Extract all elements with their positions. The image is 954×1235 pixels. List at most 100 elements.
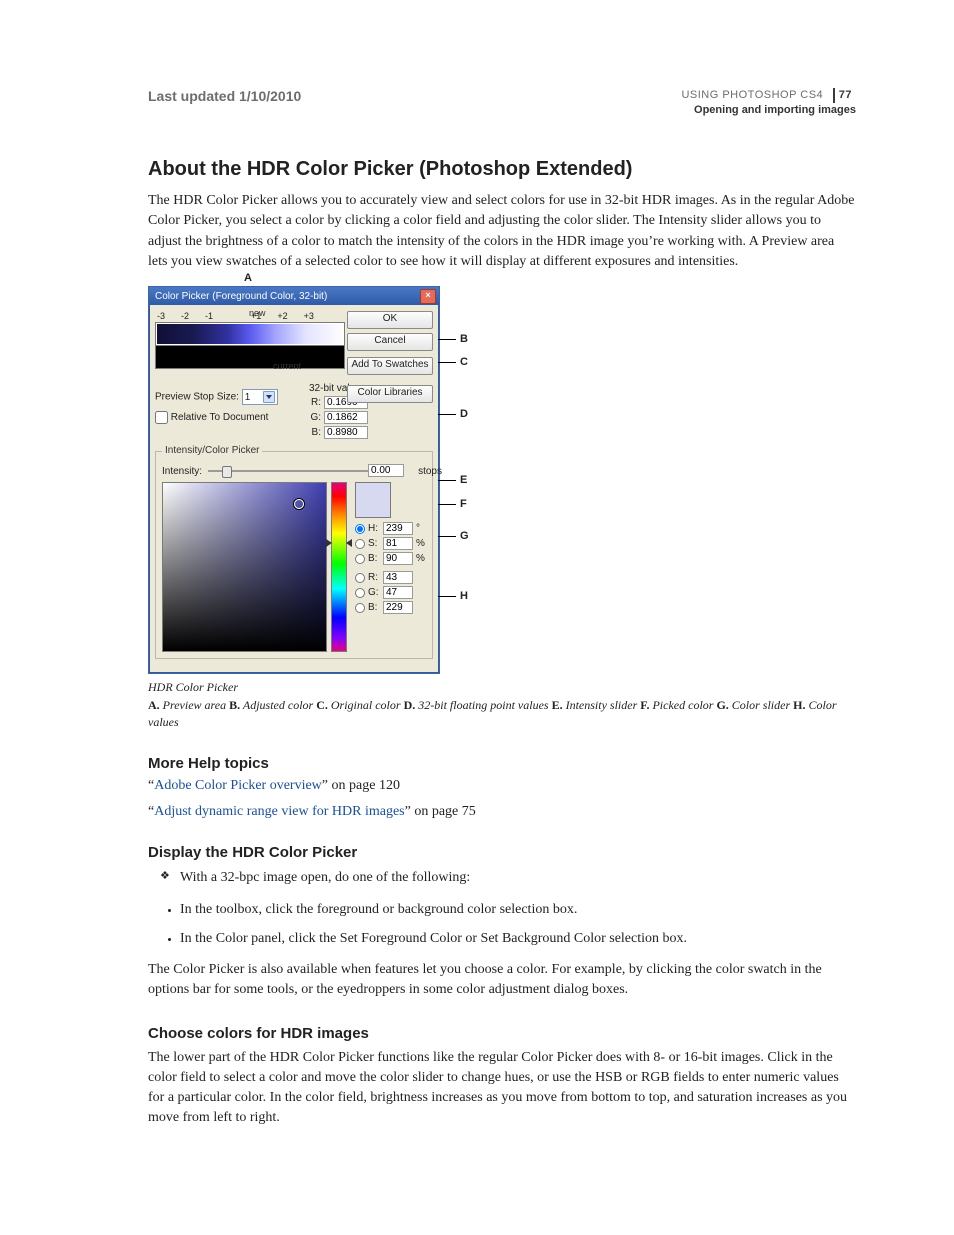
color-field-cursor-icon <box>294 499 304 509</box>
titlebar[interactable]: Color Picker (Foreground Color, 32-bit) … <box>149 287 439 305</box>
running-header: Last updated 1/10/2010 USING PHOTOSHOP C… <box>148 88 856 118</box>
callout-D: D <box>460 408 468 420</box>
hsb-b-unit: % <box>416 553 426 564</box>
callout-G: G <box>460 530 469 542</box>
rgb-b-radio[interactable] <box>355 603 365 613</box>
preview-strip-new[interactable] <box>155 322 345 346</box>
picked-color-swatch <box>355 482 391 518</box>
stop-label: +3 <box>304 311 314 321</box>
legend-val: Color slider <box>729 698 793 712</box>
relative-to-document-checkbox[interactable] <box>155 411 168 424</box>
cancel-button[interactable]: Cancel <box>347 333 433 351</box>
page-number: 77 <box>833 88 856 103</box>
dialog-title: Color Picker (Foreground Color, 32-bit) <box>155 291 327 302</box>
hdr-color-picker-dialog: Color Picker (Foreground Color, 32-bit) … <box>148 286 440 674</box>
intensity-value-input[interactable] <box>368 464 404 477</box>
rgb-b-label: B: <box>368 602 380 613</box>
rgb-g-input[interactable] <box>383 586 413 599</box>
bit-b-label: B: <box>309 427 321 438</box>
stop-label: +2 <box>277 311 287 321</box>
link-tail: ” on page 120 <box>322 778 400 793</box>
stop-label <box>229 311 235 321</box>
hsb-s-input[interactable] <box>383 537 413 550</box>
stop-label: -3 <box>157 311 165 321</box>
chevron-down-icon <box>263 391 275 403</box>
intensity-label: Intensity: <box>162 466 202 477</box>
preview-area: new -3 -2 -1 +1 +2 +3 <box>155 311 345 369</box>
color-field[interactable] <box>162 482 327 652</box>
close-icon[interactable]: × <box>420 289 436 304</box>
intensity-color-picker-group: Intensity/Color Picker Intensity: stops <box>155 451 433 659</box>
callout-B: B <box>460 333 468 345</box>
label-new: new <box>249 308 266 318</box>
preview-stop-size-label: Preview Stop Size: <box>155 392 239 403</box>
hsb-s-label: S: <box>368 538 380 549</box>
doc-title: USING PHOTOSHOP CS4 <box>681 89 823 101</box>
intensity-stops-label: stops <box>418 466 442 477</box>
legend-key: C. <box>316 698 328 712</box>
intensity-slider[interactable]: Intensity: stops <box>162 466 426 476</box>
list-item: With a 32-bpc image open, do one of the … <box>166 867 856 889</box>
link-adobe-color-picker-overview[interactable]: Adobe Color Picker overview <box>154 778 322 793</box>
hue-thumb-left-icon <box>326 539 332 547</box>
rgb-r-input[interactable] <box>383 571 413 584</box>
hsb-b-label: B: <box>368 553 380 564</box>
legend-key: H. <box>793 698 805 712</box>
label-current: current <box>273 361 301 371</box>
hsb-b-radio[interactable] <box>355 554 365 564</box>
more-help-heading: More Help topics <box>148 755 856 772</box>
rgb-b-input[interactable] <box>383 601 413 614</box>
legend-key: G. <box>716 698 728 712</box>
callout-E: E <box>460 474 467 486</box>
preview-strip-current <box>155 346 345 369</box>
hsb-h-label: H: <box>368 523 380 534</box>
preview-stop-size-value: 1 <box>245 392 251 403</box>
legend-key: E. <box>552 698 563 712</box>
bit-g-input[interactable] <box>324 411 368 424</box>
hsb-h-input[interactable] <box>383 522 413 535</box>
rgb-g-label: G: <box>368 587 380 598</box>
hsb-s-unit: % <box>416 538 426 549</box>
add-to-swatches-button[interactable]: Add To Swatches <box>347 357 433 375</box>
hsb-h-radio[interactable] <box>355 524 365 534</box>
display-after-paragraph: The Color Picker is also available when … <box>148 960 856 1001</box>
link-adjust-dynamic-range[interactable]: Adjust dynamic range view for HDR images <box>154 804 404 819</box>
help-link-1: “Adobe Color Picker overview” on page 12… <box>148 778 856 794</box>
legend-val: Intensity slider <box>563 698 641 712</box>
slider-thumb-icon[interactable] <box>222 466 232 478</box>
link-tail: ” on page 75 <box>405 804 476 819</box>
chapter-title: Opening and importing images <box>681 103 856 118</box>
display-heading: Display the HDR Color Picker <box>148 844 856 861</box>
preview-stop-size-dropdown[interactable]: 1 <box>242 389 278 405</box>
ok-button[interactable]: OK <box>347 311 433 329</box>
legend-val: Preview area <box>160 698 229 712</box>
choose-heading: Choose colors for HDR images <box>148 1025 856 1042</box>
legend-val: 32-bit floating point values <box>415 698 551 712</box>
hsb-b-input[interactable] <box>383 552 413 565</box>
legend-val: Picked color <box>649 698 716 712</box>
relative-to-document-label: Relative To Document <box>171 412 269 423</box>
legend-key: A. <box>148 698 160 712</box>
stop-label: -2 <box>181 311 189 321</box>
hue-thumb-right-icon <box>346 539 352 547</box>
color-libraries-button[interactable]: Color Libraries <box>347 385 433 403</box>
rgb-r-radio[interactable] <box>355 573 365 583</box>
intro-paragraph: The HDR Color Picker allows you to accur… <box>148 191 856 272</box>
hue-slider[interactable] <box>331 482 347 652</box>
legend-val: Original color <box>328 698 404 712</box>
bit-g-label: G: <box>309 412 321 423</box>
rgb-g-radio[interactable] <box>355 588 365 598</box>
callout-H: H <box>460 590 468 602</box>
legend-key: B. <box>229 698 240 712</box>
bit-b-input[interactable] <box>324 426 368 439</box>
section-heading: About the HDR Color Picker (Photoshop Ex… <box>148 158 856 181</box>
callout-A: A <box>244 272 252 284</box>
callout-F: F <box>460 498 467 510</box>
choose-body: The lower part of the HDR Color Picker f… <box>148 1048 856 1129</box>
figure-hdr-color-picker: A Color Picker (Foreground Color, 32-bit… <box>148 286 856 731</box>
stop-label: -1 <box>205 311 213 321</box>
hsb-s-radio[interactable] <box>355 539 365 549</box>
legend-val: Adjusted color <box>240 698 316 712</box>
hsb-h-unit: ° <box>416 523 426 534</box>
figure-caption-legend: A. Preview area B. Adjusted color C. Ori… <box>148 697 856 731</box>
